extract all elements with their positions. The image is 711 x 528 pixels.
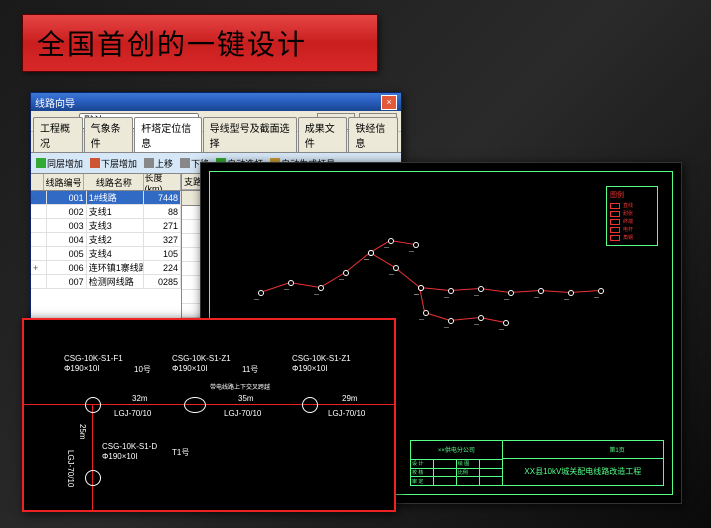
dist-2: 35m [238,394,254,403]
below-level-add-button[interactable]: 下层增加 [87,156,140,171]
route-row[interactable]: -0011#线路7448 [31,191,181,205]
legend-item: 终端 [610,218,654,225]
t1-id: T1号 [172,447,189,458]
sheet-number: 第1页 [609,445,624,454]
n1-id: 10号 [134,364,151,375]
legend-title: 图例 [610,190,654,200]
node-12 [302,397,318,413]
route-row[interactable]: 003支线3271 [31,219,181,233]
node-11 [184,397,206,413]
route-row[interactable]: +006连环镇1寨线路224 [31,261,181,275]
tab-wire[interactable]: 导线型号及截面选择 [203,117,297,152]
n1-spec-bot: Φ190×10I [64,364,100,373]
tab-tower-pos[interactable]: 杆塔定位信息 [134,117,201,152]
n2-note: 带电线路上下交叉跨越 [210,382,270,391]
detail-zoom-panel: CSG-10K-S1-F1 Φ190×10I 10号 CSG-10K-S1-Z1… [22,318,396,512]
title-block: ××供电分公司 设 计校 核审 定 绘 图比例 第1页 XX县10kV城关配电线… [410,440,664,486]
det-branch-line [92,404,93,510]
route-grid-header: 线路编号 线路名称 长度(km) [31,174,181,191]
route-row[interactable]: 002支线188 [31,205,181,219]
route-row[interactable]: 005支线4105 [31,247,181,261]
window-title: 线路向导 [35,95,75,110]
n2-spec-bot: Φ190×10I [172,364,208,373]
tab-strip: 工程概况 气象条件 杆塔定位信息 导线型号及截面选择 成果文件 铁经信息 [31,132,401,153]
tab-overview[interactable]: 工程概况 [33,117,83,152]
route-grid[interactable]: 线路编号 线路名称 长度(km) -0011#线路7448002支线188003… [31,174,182,334]
dist-v: 25m [78,424,87,440]
drawing-title: XX县10kV城关配电线路改造工程 [503,459,663,485]
legend-item: 直线 [610,202,654,209]
company-name: ××供电分公司 [411,441,502,460]
legend-box: 图例 直线耐张终端电杆角钢 [606,186,658,246]
wire-2: LGJ-70/10 [224,409,261,418]
t1-spec-top: CSG-10K-S1-D [102,442,157,451]
n2-id: 11号 [242,364,258,375]
arrow-up-icon [144,158,154,168]
legend-item: 角钢 [610,234,654,241]
tab-weather[interactable]: 气象条件 [84,117,134,152]
legend-item: 耐张 [610,210,654,217]
same-level-add-button[interactable]: 同层增加 [33,156,86,171]
n1-spec-top: CSG-10K-S1-F1 [64,354,123,363]
det-main-line [24,404,394,405]
node-t1 [85,470,101,486]
wire-1: LGJ-70/10 [114,409,151,418]
t1-spec-bot: Φ190×10I [102,452,138,461]
plus-down-icon [90,158,100,168]
route-row[interactable]: 004支线2327 [31,233,181,247]
node-10 [85,397,101,413]
titlebar: 线路向导 × [31,93,401,111]
tab-iron[interactable]: 铁经信息 [348,117,398,152]
move-up-button[interactable]: 上移 [141,156,176,171]
plus-icon [36,158,46,168]
n3-spec-bot: Φ190×10I [292,364,328,373]
wire-v: LGJ-70/10 [66,450,75,487]
wire-3: LGJ-70/10 [328,409,365,418]
arrow-down-icon [180,158,190,168]
legend-item: 电杆 [610,226,654,233]
main-banner: 全国首创的一键设计 [22,14,378,72]
route-row[interactable]: 007检测网线路0285 [31,275,181,289]
n2-spec-top: CSG-10K-S1-Z1 [172,354,231,363]
dist-1: 32m [132,394,148,403]
n3-spec-top: CSG-10K-S1-Z1 [292,354,351,363]
tab-output[interactable]: 成果文件 [298,117,348,152]
dist-3: 29m [342,394,358,403]
close-icon[interactable]: × [381,95,397,110]
